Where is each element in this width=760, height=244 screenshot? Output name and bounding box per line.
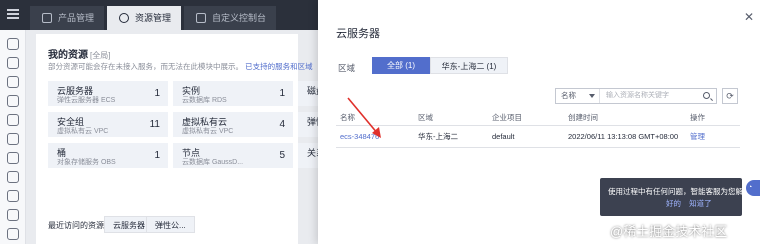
tab-label: 资源管理	[135, 13, 172, 23]
card-count: 5	[279, 150, 285, 161]
search-icon[interactable]	[703, 92, 710, 99]
card-subtitle: 虚拟私有云 VPC	[57, 128, 109, 135]
watermark: @稀土掘金技术社区	[610, 224, 728, 239]
card-count: 1	[154, 150, 160, 161]
region-filter-all[interactable]: 全部 (1)	[372, 57, 430, 74]
region-filter-shanghai2[interactable]: 华东-上海二 (1)	[430, 57, 508, 74]
network-icon[interactable]	[7, 95, 19, 107]
region-label: 区域	[338, 63, 356, 73]
scope-label: [全局]	[90, 51, 111, 60]
assistant-bubble-icon[interactable]: ◔	[746, 180, 760, 196]
close-icon[interactable]: ✕	[744, 10, 754, 24]
tab-product-management[interactable]: 产品管理	[30, 6, 105, 30]
my-resources-panel: 我的资源 [全局] 部分资源可能会存在未接入服务，而无法在此模块中展示。 已支持的…	[36, 34, 328, 244]
console-icon	[196, 13, 207, 23]
drawer-title: 云服务器	[336, 28, 380, 40]
chevron-down-icon	[589, 94, 595, 98]
card-count: 1	[279, 88, 285, 99]
search-field-select[interactable]: 名称	[556, 89, 600, 103]
security-icon[interactable]	[7, 133, 19, 145]
settings-icon[interactable]	[7, 209, 19, 221]
card-count: 1	[154, 88, 160, 99]
card-subtitle: 云数据库 GaussD...	[182, 159, 244, 166]
card-subtitle: 对象存储服务 OBS	[57, 159, 116, 166]
search-field-label: 名称	[561, 91, 576, 100]
resource-card-rds[interactable]: 实例 云数据库 RDS 1	[173, 81, 293, 106]
assistant-tooltip: 使用过程中有任何问题，智能客服为您解答 好的 知道了	[600, 178, 751, 216]
description-text: 部分资源可能会存在未接入服务，而无法在此模块中展示。	[48, 62, 243, 71]
resource-card-vpc[interactable]: 虚拟私有云 虚拟私有云 VPC 4	[173, 112, 293, 137]
column-header-action: 操作	[690, 113, 705, 122]
tooltip-ok-link[interactable]: 好的	[666, 199, 681, 208]
refresh-icon: ⟳	[726, 91, 734, 101]
product-icon	[42, 13, 52, 23]
resource-card-gaussdb[interactable]: 节点 云数据库 GaussD... 5	[173, 143, 293, 168]
recent-item-eip[interactable]: 弹性公...	[146, 216, 195, 233]
tab-bar: 产品管理 资源管理 自定义控制台	[30, 6, 277, 30]
supported-services-link[interactable]: 已支持的服务和区域	[245, 62, 313, 71]
recent-resources-label: 最近访问的资源	[48, 221, 104, 230]
column-header-region: 区域	[418, 113, 433, 122]
table-row: ecs-348476 华东-上海二 default 2022/06/11 13:…	[336, 128, 740, 148]
annotation-arrow	[347, 97, 381, 138]
card-subtitle: 弹性云服务器 ECS	[57, 97, 116, 104]
monitor-icon[interactable]	[7, 152, 19, 164]
card-count: 4	[279, 119, 285, 130]
resource-card-obs[interactable]: 桶 对象存储服务 OBS 1	[48, 143, 168, 168]
server-icon[interactable]	[7, 57, 19, 69]
card-subtitle: 虚拟私有云 VPC	[182, 128, 234, 135]
anchor-icon[interactable]	[7, 228, 19, 240]
tab-label: 自定义控制台	[212, 13, 267, 23]
tab-label: 产品管理	[58, 13, 95, 23]
side-rail	[0, 30, 26, 244]
instance-region: 华东-上海二	[418, 132, 458, 141]
resource-card-security-group[interactable]: 安全组 虚拟私有云 VPC 11	[48, 112, 168, 137]
manage-link[interactable]: 管理	[690, 128, 705, 146]
container-icon[interactable]	[7, 171, 19, 183]
instance-created-time: 2022/06/11 13:13:08 GMT+08:00	[568, 132, 679, 141]
tooltip-dismiss-link[interactable]: 知道了	[689, 199, 712, 208]
tab-resource-management[interactable]: 资源管理	[107, 6, 182, 30]
refresh-button[interactable]: ⟳	[722, 88, 738, 104]
card-count: 11	[149, 119, 160, 130]
card-subtitle: 云数据库 RDS	[182, 97, 227, 104]
search-box: 名称 输入资源名称关键字	[555, 88, 717, 104]
table-header: 名称 区域 企业项目 创建时间 操作	[336, 112, 740, 126]
menu-icon[interactable]	[7, 9, 19, 19]
resource-icon	[119, 13, 130, 23]
column-header-project: 企业项目	[492, 113, 522, 122]
page-title: 我的资源 [全局]	[48, 50, 111, 61]
cloud-icon[interactable]	[7, 38, 19, 50]
resources-description: 部分资源可能会存在未接入服务，而无法在此模块中展示。 已支持的服务和区域	[48, 61, 348, 72]
analytics-icon[interactable]	[7, 190, 19, 202]
tab-custom-console[interactable]: 自定义控制台	[184, 6, 277, 30]
instance-project: default	[492, 132, 515, 141]
storage-icon[interactable]	[7, 114, 19, 126]
search-input[interactable]: 输入资源名称关键字	[606, 89, 669, 103]
resource-card-ecs[interactable]: 云服务器 弹性云服务器 ECS 1	[48, 81, 168, 106]
tooltip-actions: 好的 知道了	[666, 198, 712, 209]
database-icon[interactable]	[7, 76, 19, 88]
column-header-created: 创建时间	[568, 113, 598, 122]
tooltip-text: 使用过程中有任何问题，智能客服为您解答	[608, 187, 751, 196]
